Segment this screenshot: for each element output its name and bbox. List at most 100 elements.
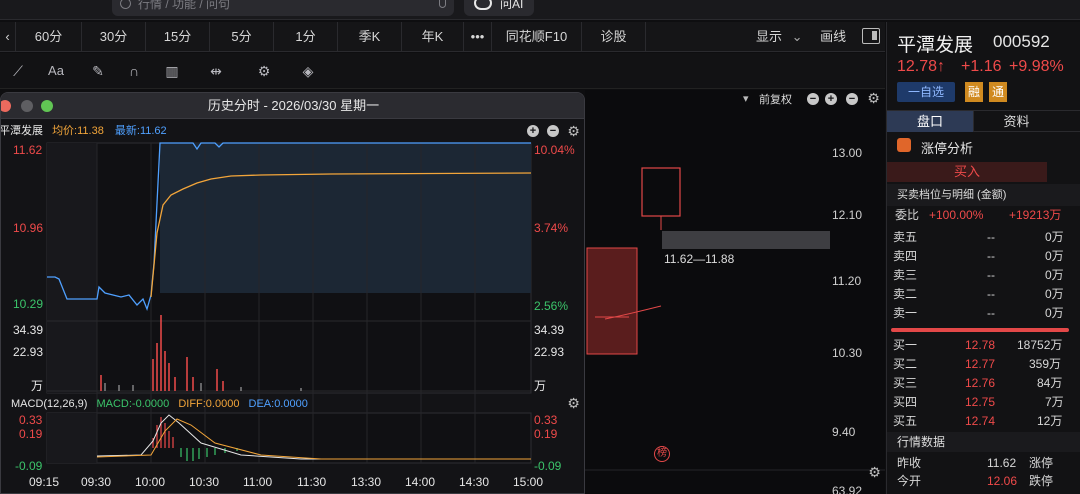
macd-tick-right: 0.33: [534, 413, 558, 427]
chevron-down-icon[interactable]: ⌄: [792, 29, 803, 44]
pct-tick-right: 10.04%: [534, 143, 575, 157]
bid-row[interactable]: 买三 12.76 84万: [887, 374, 1080, 393]
trash-icon[interactable]: ▥: [162, 61, 182, 81]
margin-badge[interactable]: 融: [965, 82, 983, 102]
plus-icon[interactable]: +: [825, 93, 837, 105]
ask-row[interactable]: 卖一 -- 0万: [887, 304, 1080, 323]
layers-icon[interactable]: ◈: [298, 61, 318, 81]
ask-row[interactable]: 卖五 -- 0万: [887, 228, 1080, 247]
volume-tick-left: 22.93: [13, 345, 44, 359]
bid-level: 买一: [893, 338, 918, 352]
time-label: 10:00: [135, 475, 166, 489]
kline-price-tick: 12.10: [832, 208, 863, 222]
prev-close-row: 昨收 11.62 涨停: [887, 454, 1080, 473]
diff-value: DIFF:0.0000: [178, 398, 240, 410]
kline-price-tick: 10.30: [832, 346, 863, 360]
ask-level: 卖三: [893, 268, 918, 282]
connect-badge[interactable]: 通: [989, 82, 1007, 102]
ai-robot-icon: [474, 0, 492, 10]
gear-icon[interactable]: ⚙: [867, 91, 880, 105]
time-label: 15:00: [513, 475, 544, 489]
bid-row[interactable]: 买四 12.75 7万: [887, 393, 1080, 412]
bid-amount: 84万: [1037, 376, 1063, 390]
time-label: 11:30: [297, 475, 327, 489]
ask-amount: 0万: [1045, 306, 1064, 320]
bid-level: 买三: [893, 376, 918, 390]
price-change: +1.16: [961, 58, 1002, 75]
bid-row[interactable]: 买一 12.78 18752万: [887, 336, 1080, 355]
tab-f10[interactable]: 同花顺F10: [492, 22, 582, 52]
price-tick-left: 11.62: [13, 143, 43, 157]
macd-info-bar: MACD(12,26,9) MACD:-0.0000 DIFF:0.0000 D…: [1, 395, 308, 413]
gear-icon[interactable]: ⚙: [567, 396, 580, 410]
kline-price-tick: 13.00: [832, 146, 863, 160]
tab-year-k[interactable]: 年K: [402, 22, 464, 52]
minus-icon[interactable]: −: [807, 93, 819, 105]
add-watchlist-button[interactable]: 一自选: [897, 82, 955, 102]
period-tab-bar: ‹ 60分 30分 15分 5分 1分 季K 年K ••• 同花顺F10 诊股: [0, 22, 885, 52]
tab-30min[interactable]: 30分: [82, 22, 146, 52]
dea-value: DEA:0.0000: [248, 398, 308, 410]
panel-toggle-bar: [872, 31, 877, 40]
panel-toggle-icon[interactable]: [862, 28, 880, 44]
tab-60min[interactable]: 60分: [16, 22, 82, 52]
ask-row[interactable]: 卖二 -- 0万: [887, 285, 1080, 304]
bid-price: 12.74: [965, 414, 996, 428]
time-label: 09:15: [29, 475, 60, 489]
tab-order-book[interactable]: 盘口: [887, 111, 973, 132]
draw-tools-icon[interactable]: ⟋: [8, 61, 28, 81]
tab-profile[interactable]: 资料: [973, 111, 1059, 132]
volume-unit-left: 万: [31, 379, 44, 393]
volume-tick-right: 22.93: [534, 345, 565, 359]
bid-level: 买二: [893, 357, 918, 371]
ask-row[interactable]: 卖三 -- 0万: [887, 266, 1080, 285]
kline-candle-2: [586, 247, 638, 355]
range-label: 11.62—11.88: [664, 252, 735, 266]
tab-15min[interactable]: 15分: [146, 22, 210, 52]
ranking-badge[interactable]: 榜: [654, 446, 670, 462]
ask-level: 卖一: [893, 306, 918, 320]
macd-tick-left: 0.19: [19, 427, 43, 441]
microphone-icon[interactable]: [439, 0, 446, 8]
display-menu[interactable]: 显示: [756, 29, 782, 44]
search-input[interactable]: 行情 / 功能 / 问句: [112, 0, 454, 16]
settings-gear-icon[interactable]: ⚙: [254, 61, 274, 81]
bid-level: 买五: [893, 414, 918, 428]
gear-icon[interactable]: ⚙: [868, 465, 881, 479]
buy-button[interactable]: 买入: [887, 162, 1047, 182]
ask-row[interactable]: 卖四 -- 0万: [887, 247, 1080, 266]
open-value: 12.06: [987, 474, 1018, 488]
minus-icon[interactable]: −: [846, 93, 858, 105]
bid-row[interactable]: 买五 12.74 12万: [887, 412, 1080, 431]
ask-amount: 0万: [1045, 268, 1064, 282]
bid-row[interactable]: 买二 12.77 359万: [887, 355, 1080, 374]
prev-close-value: 11.62: [987, 456, 1017, 470]
text-size-icon[interactable]: Aa: [44, 61, 68, 81]
tab-scroll-left[interactable]: ‹: [0, 22, 16, 52]
weibi-label: 委比: [895, 208, 920, 222]
time-label: 14:00: [405, 475, 436, 489]
kline-range-bar: [662, 231, 830, 249]
draw-line-button[interactable]: 画线: [820, 29, 846, 44]
price-tick-left: 10.29: [13, 297, 44, 311]
ask-level: 卖四: [893, 249, 918, 263]
ask-ai-button[interactable]: 问AI: [464, 0, 534, 16]
tab-1min[interactable]: 1分: [274, 22, 338, 52]
tab-quarter-k[interactable]: 季K: [338, 22, 402, 52]
more-tabs-button[interactable]: •••: [464, 22, 492, 52]
limit-analysis-link[interactable]: 涨停分析: [921, 138, 973, 157]
magnet-icon[interactable]: ∩: [124, 61, 144, 81]
kline-price-tick: 11.20: [832, 274, 862, 288]
ask-amount: 0万: [1045, 249, 1064, 263]
time-label: 14:30: [459, 475, 490, 489]
limit-up-icon: [897, 138, 911, 152]
tab-diagnose[interactable]: 诊股: [582, 22, 646, 52]
stock-code: 000592: [993, 32, 1050, 51]
chevron-down-icon[interactable]: ▾: [743, 92, 749, 105]
split-icon[interactable]: ⇹: [206, 61, 226, 81]
restore-right-select[interactable]: 前复权: [759, 91, 792, 107]
tab-5min[interactable]: 5分: [210, 22, 274, 52]
stock-name-title: 平潭发展: [897, 35, 974, 56]
drawing-toolbar: ⟋ Aa ✎ ∩ ▥ ⇹ ⚙ ◈: [0, 53, 885, 89]
pen-icon[interactable]: ✎: [88, 61, 108, 81]
